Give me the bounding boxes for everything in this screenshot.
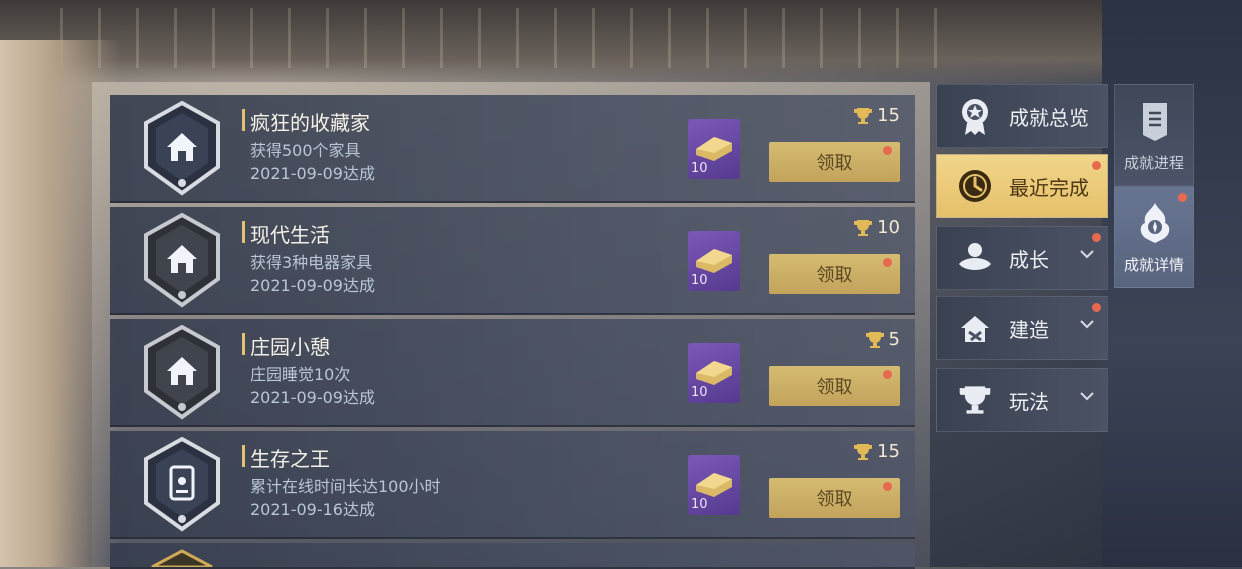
badge-top-icon: [151, 549, 213, 567]
points-value: 15: [877, 441, 900, 462]
notification-dot: [883, 146, 892, 155]
reward-chest-icon[interactable]: 10: [688, 119, 740, 179]
achievement-date: 2021-09-09达成: [250, 164, 375, 183]
trophy-icon: [854, 443, 873, 460]
reward-chest-icon[interactable]: 10: [688, 231, 740, 291]
reward-count: 10: [691, 273, 708, 288]
tab-gameplay[interactable]: 玩法: [936, 368, 1108, 432]
achievement-points: 15: [853, 105, 900, 126]
points-value: 5: [888, 329, 900, 350]
claim-label: 领取: [816, 489, 853, 510]
reward-count: 10: [691, 497, 708, 512]
claim-button[interactable]: 领取: [769, 366, 900, 406]
tab-label: 最近完成: [1009, 175, 1089, 200]
tab-label: 玩法: [1009, 389, 1049, 414]
side-tab-label: 成就进程: [1123, 154, 1184, 172]
tab-recent[interactable]: 最近完成: [936, 154, 1108, 218]
achievement-description: 累计在线时间长达100小时: [250, 477, 441, 496]
tab-label: 建造: [1009, 317, 1049, 342]
gold-bars-icon: [696, 473, 732, 497]
reward-chest-icon[interactable]: 10: [688, 343, 740, 403]
phone-icon: [144, 436, 220, 532]
notification-dot: [1092, 303, 1101, 312]
title-accent: [242, 445, 245, 467]
claim-button[interactable]: 领取: [769, 478, 900, 518]
notification-dot: [883, 482, 892, 491]
achievement-row: 生存之王 累计在线时间长达100小时 2021-09-16达成 10 15 领取: [110, 431, 915, 539]
gold-bars-icon: [696, 249, 732, 273]
medal-icon: [955, 96, 995, 136]
reward-count: 10: [691, 385, 708, 400]
notification-dot: [1178, 193, 1187, 202]
flame-emblem-icon: [1140, 203, 1170, 243]
claim-label: 领取: [816, 265, 853, 286]
clock-icon: [955, 166, 995, 206]
side-tab-progress[interactable]: 成就进程: [1114, 84, 1194, 186]
title-accent: [242, 333, 245, 355]
achievement-title: 生存之王: [250, 447, 330, 471]
trophy-icon: [955, 380, 995, 420]
title-accent: [242, 109, 245, 131]
growth-icon: [955, 238, 995, 278]
chevron-down-icon: [1080, 320, 1094, 329]
house-icon: [144, 324, 220, 420]
trophy-icon: [854, 219, 873, 236]
tab-label: 成长: [1009, 247, 1049, 272]
trophy-icon: [865, 331, 884, 348]
achievement-points: 5: [865, 329, 900, 350]
claim-button[interactable]: 领取: [769, 254, 900, 294]
achievement-row-partial: [110, 543, 915, 569]
tab-label: 成就总览: [1009, 105, 1089, 130]
points-value: 10: [877, 217, 900, 238]
chevron-down-icon: [1080, 392, 1094, 401]
notification-dot: [883, 370, 892, 379]
achievement-points: 15: [853, 441, 900, 462]
achievement-title: 庄园小憩: [250, 335, 330, 359]
notification-dot: [883, 258, 892, 267]
chevron-down-icon: [1080, 250, 1094, 259]
claim-label: 领取: [816, 153, 853, 174]
side-tab-label: 成就详情: [1123, 256, 1184, 274]
achievement-date: 2021-09-16达成: [250, 500, 375, 519]
achievement-row: 庄园小憩 庄园睡觉10次 2021-09-09达成 10 5 领取: [110, 319, 915, 427]
claim-label: 领取: [816, 377, 853, 398]
house-icon: [144, 100, 220, 196]
achievement-points: 10: [853, 217, 900, 238]
notification-dot: [1092, 233, 1101, 242]
title-accent: [242, 221, 245, 243]
achievement-description: 庄园睡觉10次: [250, 365, 351, 384]
tab-build[interactable]: 建造: [936, 296, 1108, 360]
build-icon: [955, 308, 995, 348]
notification-dot: [1092, 161, 1101, 170]
side-tab-details[interactable]: 成就详情: [1114, 186, 1194, 288]
achievement-row: 疯狂的收藏家 获得500个家具 2021-09-09达成 10 15 领取: [110, 95, 915, 203]
reward-count: 10: [691, 161, 708, 176]
achievement-date: 2021-09-09达成: [250, 388, 375, 407]
points-value: 15: [877, 105, 900, 126]
achievement-description: 获得500个家具: [250, 141, 361, 160]
house-icon: [144, 212, 220, 308]
achievement-title: 现代生活: [250, 223, 330, 247]
scroll-icon: [1143, 103, 1167, 141]
achievement-description: 获得3种电器家具: [250, 253, 373, 272]
achievement-title: 疯狂的收藏家: [250, 111, 370, 135]
trophy-icon: [854, 107, 873, 124]
gold-bars-icon: [696, 137, 732, 161]
achievement-date: 2021-09-09达成: [250, 276, 375, 295]
reward-chest-icon[interactable]: 10: [688, 455, 740, 515]
claim-button[interactable]: 领取: [769, 142, 900, 182]
tab-overview[interactable]: 成就总览: [936, 84, 1108, 148]
achievement-row: 现代生活 获得3种电器家具 2021-09-09达成 10 10 领取: [110, 207, 915, 315]
gold-bars-icon: [696, 361, 732, 385]
tab-growth[interactable]: 成长: [936, 226, 1108, 290]
stage-lights: [60, 8, 960, 68]
